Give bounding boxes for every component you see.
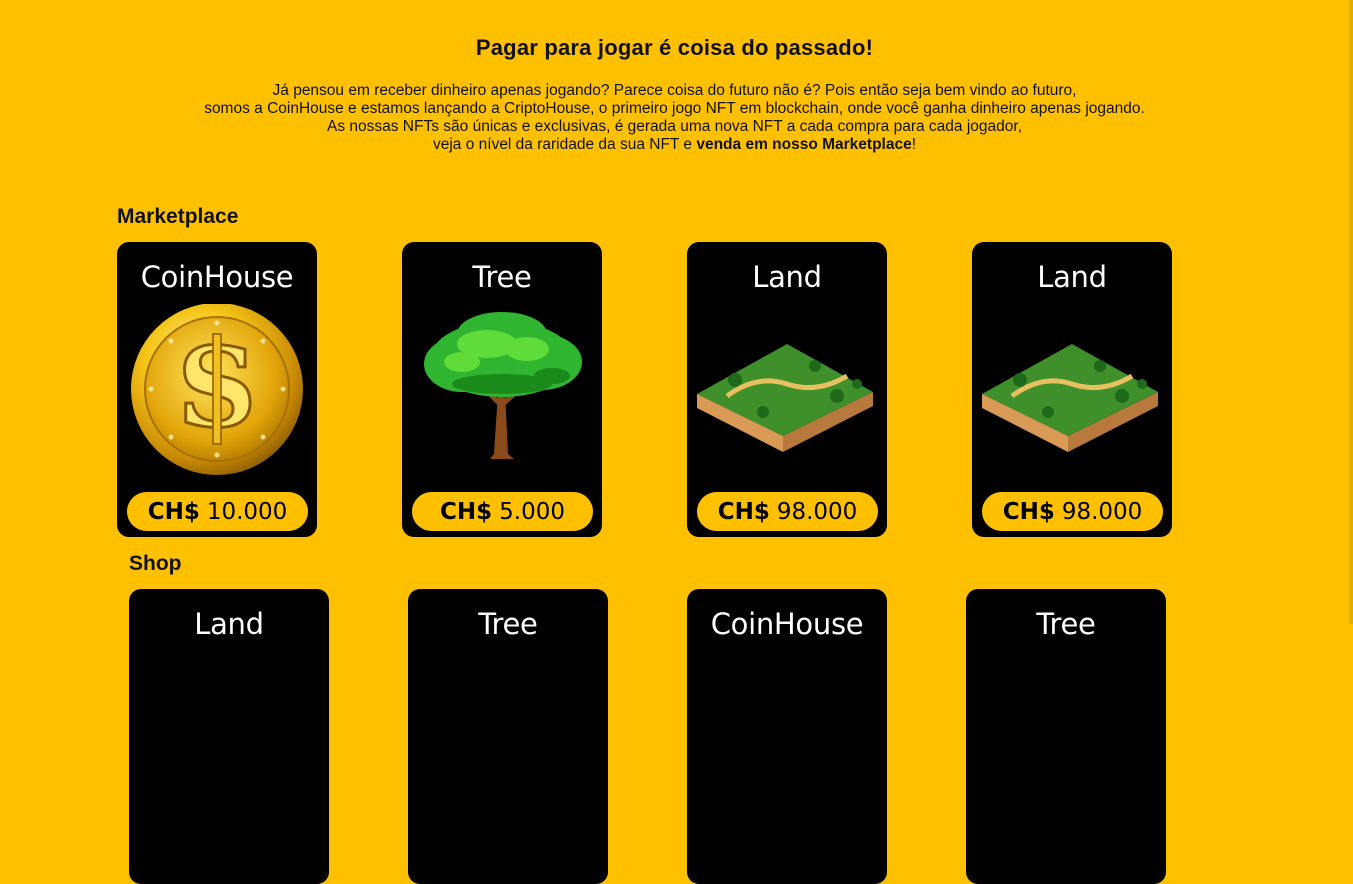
hero-description: Já pensou em receber dinheiro apenas jog… [0, 82, 1349, 154]
price-currency: CH$ [440, 498, 493, 525]
price-badge: CH$ 98.000 [697, 492, 878, 531]
hero-line-3: As nossas NFTs são únicas e exclusivas, … [327, 118, 1022, 135]
price-currency: CH$ [1002, 498, 1055, 525]
hero-line-4-start: veja o nível da raridade da sua NFT e [432, 136, 697, 153]
land-tile-icon [982, 344, 1158, 452]
price-value: 10.000 [206, 498, 288, 525]
card-name: CoinHouse [140, 260, 294, 294]
hero-line-2: somos a CoinHouse e estamos lançando a C… [204, 100, 1145, 117]
price-value: 5.000 [499, 498, 565, 525]
hero-line-4-end: ! [911, 136, 917, 153]
land-tile-icon [697, 344, 873, 452]
card-name: CoinHouse [710, 607, 864, 641]
price-badge: CH$ 5.000 [412, 492, 593, 531]
hero-line-4: veja o nível da raridade da sua NFT e ve… [0, 136, 1349, 154]
card-name: Tree [1036, 607, 1096, 641]
price-value: 98.000 [776, 498, 858, 525]
card-name: Land [1037, 260, 1107, 294]
marketplace-card-coinhouse[interactable]: CoinHouse S CH$ 10.000 [117, 242, 317, 537]
hero-title: Pagar para jogar é coisa do passado! [475, 35, 874, 60]
page-scrollbar[interactable] [1349, 0, 1353, 624]
shop-card-coinhouse[interactable]: CoinHouse [687, 589, 887, 884]
price-value: 98.000 [1061, 498, 1143, 525]
hero-line-1: Já pensou em receber dinheiro apenas jog… [272, 82, 1077, 99]
hero-marketplace-highlight: venda em nosso Marketplace [696, 136, 912, 153]
price-badge: CH$ 10.000 [127, 492, 308, 531]
card-name: Tree [478, 607, 538, 641]
marketplace-heading: Marketplace [117, 205, 239, 228]
marketplace-card-tree[interactable]: Tree CH$ 5.000 [402, 242, 602, 537]
price-currency: CH$ [147, 498, 200, 525]
price-badge: CH$ 98.000 [982, 492, 1163, 531]
shop-heading: Shop [129, 552, 182, 575]
card-name: Land [194, 607, 264, 641]
shop-card-land[interactable]: Land [129, 589, 329, 884]
card-name: Tree [472, 260, 532, 294]
price-currency: CH$ [717, 498, 770, 525]
marketplace-card-land[interactable]: Land CH$ 98.000 [972, 242, 1172, 537]
shop-card-tree[interactable]: Tree [408, 589, 608, 884]
card-name: Land [752, 260, 822, 294]
marketplace-card-land[interactable]: Land CH$ 98.000 [687, 242, 887, 537]
gold-coin-icon: S [131, 304, 303, 475]
tree-icon [424, 312, 582, 459]
shop-card-tree[interactable]: Tree [966, 589, 1166, 884]
